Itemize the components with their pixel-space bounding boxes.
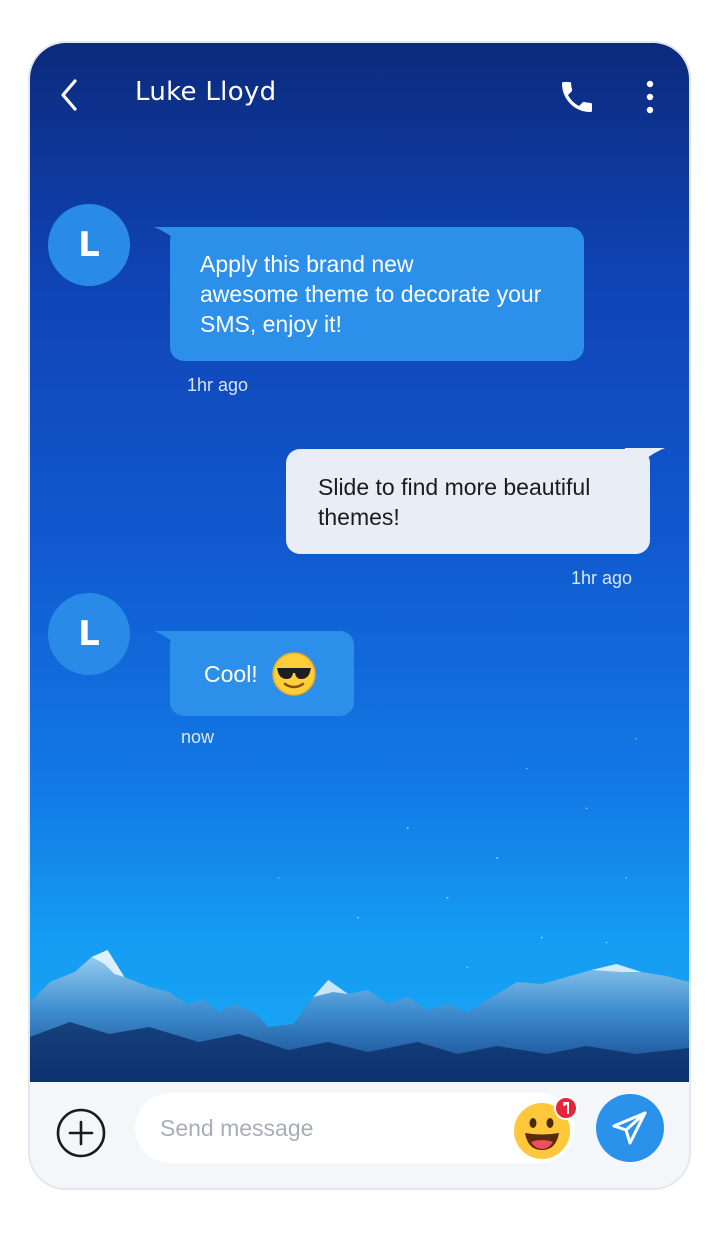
avatar[interactable]: L (48, 593, 130, 675)
message-bubble-incoming[interactable]: Apply this brand new awesome theme to de… (170, 227, 584, 361)
message-composer (30, 1082, 689, 1188)
emoji-button[interactable] (512, 1096, 578, 1162)
message-text-line: SMS, enjoy it! (200, 311, 342, 337)
paper-plane-icon (612, 1111, 647, 1145)
starfield (277, 737, 638, 969)
message-input[interactable] (135, 1093, 575, 1163)
send-button[interactable] (596, 1094, 664, 1162)
message-timestamp: 1hr ago (571, 568, 633, 588)
more-options-button[interactable] (638, 77, 662, 117)
grinning-face-emoji (514, 1096, 578, 1159)
back-button[interactable] (52, 77, 88, 113)
message-text-line: themes! (318, 504, 400, 530)
more-vertical-icon (646, 80, 654, 114)
plus-circle-icon (56, 1108, 106, 1158)
avatar[interactable]: L (48, 204, 130, 286)
phone-frame: Luke Lloyd L Apply this brand new awesom… (28, 41, 691, 1190)
message-text-line: Apply this brand new (200, 251, 414, 277)
message-bubble-incoming[interactable]: Cool! (170, 631, 354, 716)
message-text: Cool! (204, 660, 258, 687)
mountain-range (30, 950, 689, 1082)
contact-name: Luke Lloyd (135, 77, 277, 107)
call-button[interactable] (557, 77, 597, 117)
message-bubble-outgoing[interactable]: Slide to find more beautiful themes! (286, 449, 650, 554)
add-attachment-button[interactable] (56, 1108, 106, 1158)
message-timestamp: now (181, 727, 215, 747)
message-text-line: Slide to find more beautiful (318, 474, 591, 500)
message-text-line: awesome theme to decorate your (200, 281, 542, 307)
sunglasses-face-emoji (271, 651, 316, 696)
phone-icon (562, 82, 592, 112)
chevron-left-icon (61, 79, 77, 111)
chat-header: Luke Lloyd (30, 43, 689, 153)
chat-background: Luke Lloyd L Apply this brand new awesom… (30, 43, 689, 1082)
message-timestamp: 1hr ago (187, 375, 249, 395)
